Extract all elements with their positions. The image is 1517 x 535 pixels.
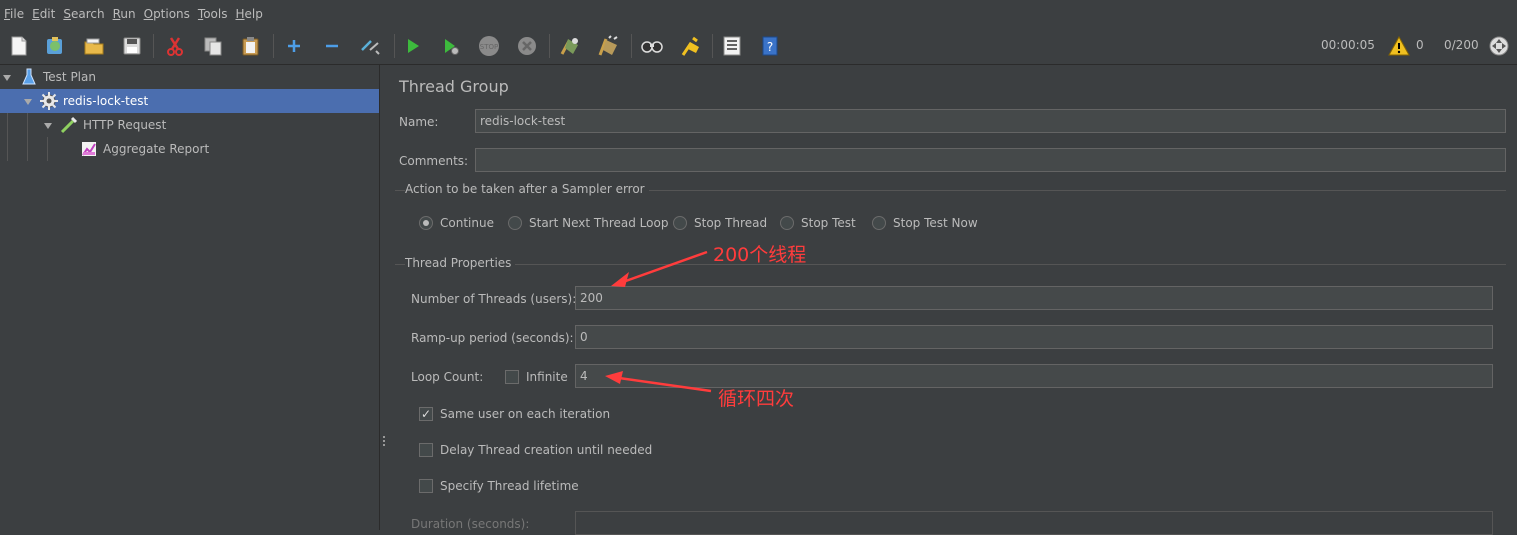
tree-item-test-plan[interactable]: Test Plan [0, 65, 379, 89]
search-icon[interactable] [641, 35, 663, 57]
sampler-pipette-icon [60, 116, 78, 137]
expand-arrow-icon[interactable] [3, 75, 11, 81]
tree-item-label: redis-lock-test [63, 94, 149, 108]
templates-icon[interactable] [44, 35, 66, 57]
cut-icon[interactable] [164, 35, 186, 57]
tree-item-redis-lock-test[interactable]: redis-lock-test [0, 89, 379, 113]
new-icon[interactable] [8, 35, 30, 57]
collapse-icon[interactable] [321, 35, 343, 57]
tree-item-label: HTTP Request [83, 118, 167, 132]
splitter-grip-icon[interactable] [383, 436, 386, 448]
menu-search[interactable]: Search [59, 7, 108, 21]
tree-item-label: Aggregate Report [103, 142, 210, 156]
menu-run[interactable]: Run [109, 7, 140, 21]
shutdown-icon[interactable] [516, 35, 538, 57]
tree-item-label: Test Plan [43, 70, 96, 84]
thread-group-panel: Thread Group Name: Comments: Action to b… [389, 65, 1517, 535]
reset-search-icon[interactable] [679, 35, 701, 57]
threads-annotation: 200个线程 [713, 244, 807, 266]
toolbar: STOP ? 00:00:05 0 0/200 [0, 28, 1517, 65]
annotation-arrows [605, 250, 712, 393]
menu-bar: File Edit Search Run Options Tools Help [0, 0, 1517, 28]
tree-item-http-request[interactable]: HTTP Request [0, 113, 379, 137]
warning-count: 0 [1416, 38, 1424, 52]
stop-icon[interactable]: STOP [478, 35, 500, 57]
remote-icon[interactable] [1488, 35, 1510, 57]
menu-tools[interactable]: Tools [194, 7, 232, 21]
start-icon[interactable] [402, 35, 424, 57]
thread-count: 0/200 [1444, 38, 1479, 52]
paste-icon[interactable] [240, 35, 262, 57]
toggle-icon[interactable] [359, 35, 381, 57]
help-icon[interactable]: ? [759, 35, 781, 57]
clear-icon[interactable] [559, 35, 581, 57]
svg-text:STOP: STOP [480, 43, 498, 51]
expand-icon[interactable] [283, 35, 305, 57]
function-helper-icon[interactable] [721, 35, 743, 57]
start-no-pause-icon[interactable] [440, 35, 462, 57]
loop-annotation: 循环四次 [718, 388, 795, 410]
menu-edit[interactable]: Edit [28, 7, 59, 21]
menu-file[interactable]: File [0, 7, 28, 21]
svg-text:?: ? [767, 40, 773, 54]
tree-item-aggregate-report[interactable]: Aggregate Report [0, 137, 379, 161]
test-plan-icon [22, 68, 36, 89]
expand-arrow-icon[interactable] [44, 123, 52, 129]
menu-help[interactable]: Help [232, 7, 267, 21]
thread-group-gear-icon [40, 92, 58, 113]
elapsed-time: 00:00:05 [1321, 38, 1375, 52]
test-plan-tree: Test Plan redis-lock-test HTTP Request A… [0, 65, 379, 530]
save-icon[interactable] [121, 35, 143, 57]
warning-icon[interactable] [1388, 35, 1410, 57]
open-icon[interactable] [83, 35, 105, 57]
copy-icon[interactable] [202, 35, 224, 57]
expand-arrow-icon[interactable] [24, 99, 32, 105]
clear-all-icon[interactable] [597, 35, 619, 57]
menu-options[interactable]: Options [140, 7, 194, 21]
report-chart-icon [81, 141, 97, 160]
